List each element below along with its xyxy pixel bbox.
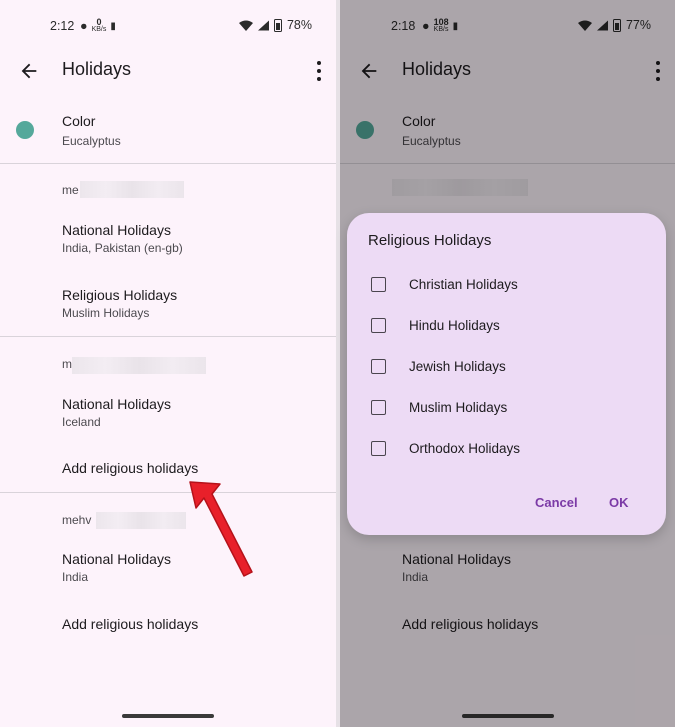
- chat-icon: ●: [80, 19, 88, 33]
- signal-icon: [257, 19, 269, 31]
- account-label: mehv: [62, 513, 92, 527]
- color-setting[interactable]: Color Eucalyptus: [0, 110, 336, 160]
- account-label: me: [62, 183, 79, 197]
- app-bar: Holidays: [0, 52, 336, 90]
- more-options-icon[interactable]: [316, 61, 322, 81]
- color-swatch: [16, 121, 34, 139]
- ok-button[interactable]: OK: [609, 495, 629, 510]
- add-religious-holidays-button[interactable]: Add religious holidays: [0, 614, 336, 638]
- checkbox[interactable]: [371, 359, 386, 374]
- redacted-email: [96, 512, 186, 529]
- national-holidays-row[interactable]: National Holidays India, Pakistan (en-gb…: [0, 220, 336, 264]
- status-time: 2:12: [50, 19, 75, 33]
- redacted-email: [72, 357, 206, 374]
- account-label: m: [62, 357, 72, 371]
- cancel-button[interactable]: Cancel: [535, 495, 578, 510]
- home-indicator[interactable]: [122, 714, 214, 718]
- religious-holidays-row[interactable]: Religious Holidays Muslim Holidays: [0, 285, 336, 329]
- status-bar: 2:12 ● 0 KB/s ▮ 78%: [0, 0, 336, 52]
- color-title: Color: [62, 113, 96, 129]
- option-muslim-holidays[interactable]: Muslim Holidays: [347, 391, 666, 427]
- divider: [0, 336, 336, 337]
- option-hindu-holidays[interactable]: Hindu Holidays: [347, 309, 666, 345]
- left-screenshot: 2:12 ● 0 KB/s ▮ 78% Holidays Color Eucaly…: [0, 0, 336, 727]
- wifi-icon: [238, 20, 253, 31]
- religious-holidays-dialog: Religious Holidays Christian Holidays Hi…: [347, 213, 666, 535]
- divider: [0, 492, 336, 493]
- checkbox[interactable]: [371, 277, 386, 292]
- option-orthodox-holidays[interactable]: Orthodox Holidays: [347, 432, 666, 468]
- battery-level: 78%: [286, 18, 312, 32]
- option-christian-holidays[interactable]: Christian Holidays: [347, 268, 666, 304]
- back-arrow-icon[interactable]: [18, 60, 40, 82]
- checkbox[interactable]: [371, 441, 386, 456]
- dialog-title: Religious Holidays: [368, 232, 492, 249]
- national-holidays-row[interactable]: National Holidays Iceland: [0, 394, 336, 438]
- checkbox[interactable]: [371, 400, 386, 415]
- network-speed: 0 KB/s: [91, 17, 107, 34]
- battery-icon: [273, 18, 282, 32]
- redacted-email: [80, 181, 184, 198]
- checkbox[interactable]: [371, 318, 386, 333]
- color-value: Eucalyptus: [62, 134, 121, 148]
- option-jewish-holidays[interactable]: Jewish Holidays: [347, 350, 666, 386]
- add-religious-holidays-button[interactable]: Add religious holidays: [0, 458, 336, 482]
- annotation-arrow-icon: [189, 481, 253, 577]
- national-holidays-row[interactable]: National Holidays India: [0, 549, 336, 593]
- sim-icon: ▮: [110, 20, 116, 32]
- divider: [0, 163, 336, 164]
- page-title: Holidays: [62, 59, 132, 79]
